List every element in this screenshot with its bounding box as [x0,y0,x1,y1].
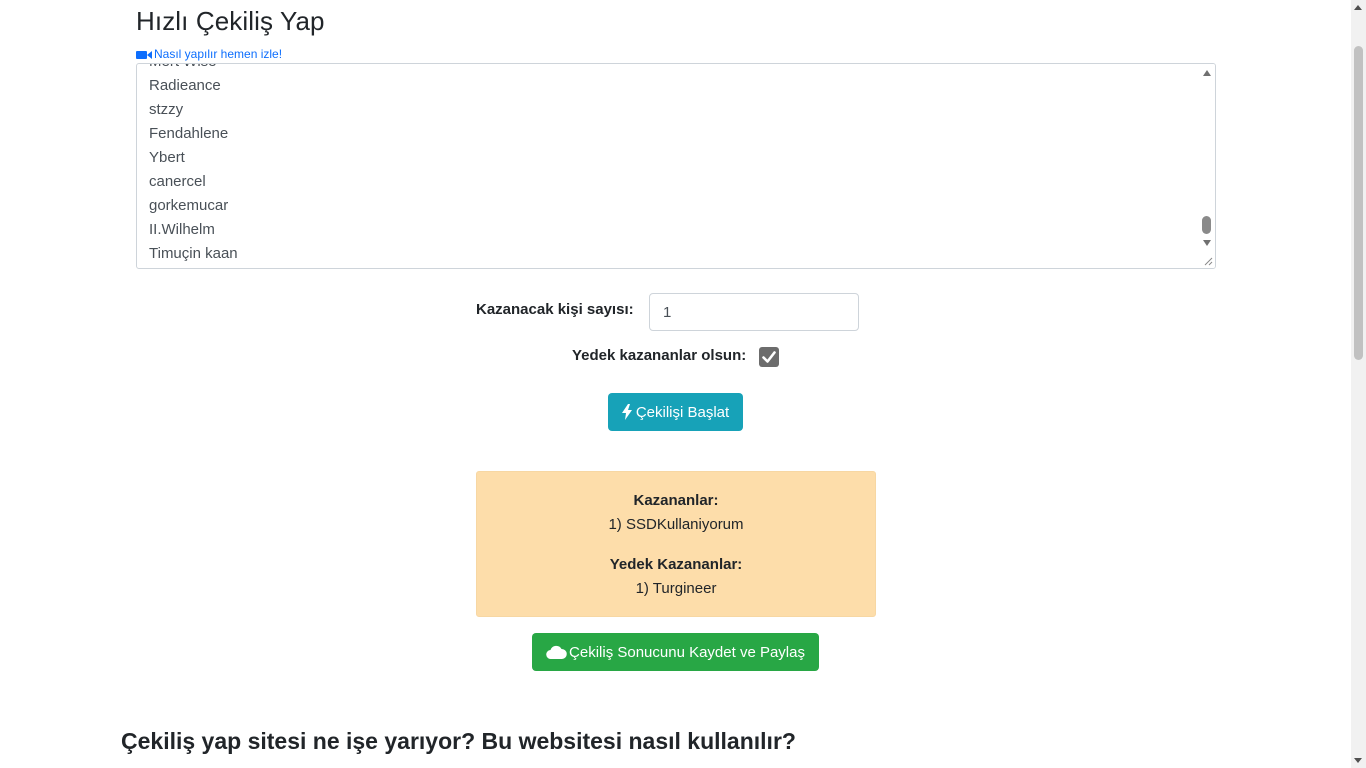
scroll-down-icon[interactable] [1203,240,1211,246]
save-share-button[interactable]: Çekiliş Sonucunu Kaydet ve Paylaş [532,633,819,671]
start-draw-button[interactable]: Çekilişi Başlat [608,393,743,431]
resize-handle-icon[interactable] [1203,256,1213,266]
check-icon [762,351,776,363]
participant-name: Mert Wise [149,64,1195,74]
video-camera-icon [136,49,152,59]
page-scroll-thumb[interactable] [1354,46,1363,360]
page-title: Hızlı Çekiliş Yap [136,6,325,36]
backup-winner-item: 1) Turgineer [635,580,717,597]
participants-list: Mert Wise Radieance stzzy Fendahlene Ybert ca… [149,64,1195,266]
howto-video-link[interactable]: Nasıl yapılır hemen izle! [136,47,282,61]
participant-name: stzzy [149,101,184,118]
participants-textarea[interactable]: Mert Wise Radieance stzzy Fendahlene Ybert ca… [136,63,1216,269]
backup-winners-heading: Yedek Kazananlar: [609,556,743,573]
participant-name: II.Wilhelm [149,221,215,238]
participant-name: gorkemucar [149,197,229,214]
winner-count-label: Kazanacak kişi sayısı: [476,301,634,318]
page: Hızlı Çekiliş Yap Nasıl yapılır hemen iz… [0,0,1366,768]
scroll-up-icon[interactable] [1203,70,1211,76]
participant-name: Fendahlene [149,125,229,142]
page-scroll-up-icon[interactable] [1354,5,1362,10]
textarea-scrollbar[interactable] [1199,64,1215,268]
winner-count-input[interactable] [649,293,859,331]
results-panel: Kazananlar: 1) SSDKullaniyorum Yedek Kaz… [476,471,876,617]
winners-heading: Kazananlar: [633,492,719,509]
backup-winners-label: Yedek kazananlar olsun: [572,347,747,364]
participant-name: Timuçin kaan [149,245,238,262]
start-draw-label: Çekilişi Başlat [635,403,730,421]
page-scrollbar[interactable] [1351,0,1366,768]
cloud-icon [546,645,567,659]
participant-name: Radieance [149,77,221,94]
bolt-icon [621,404,632,420]
winner-item: 1) SSDKullaniyorum [608,516,744,533]
participant-name: canercel [149,173,206,190]
page-scroll-down-icon[interactable] [1354,758,1362,763]
howto-link-label: Nasıl yapılır hemen izle! [154,47,283,61]
save-share-label: Çekiliş Sonucunu Kaydet ve Paylaş [569,643,805,661]
backup-winners-checkbox[interactable] [759,347,779,367]
scroll-thumb[interactable] [1202,216,1211,234]
participant-name: Ybert [149,149,185,166]
section-title: Çekiliş yap sitesi ne işe yarıyor? Bu we… [121,728,796,754]
